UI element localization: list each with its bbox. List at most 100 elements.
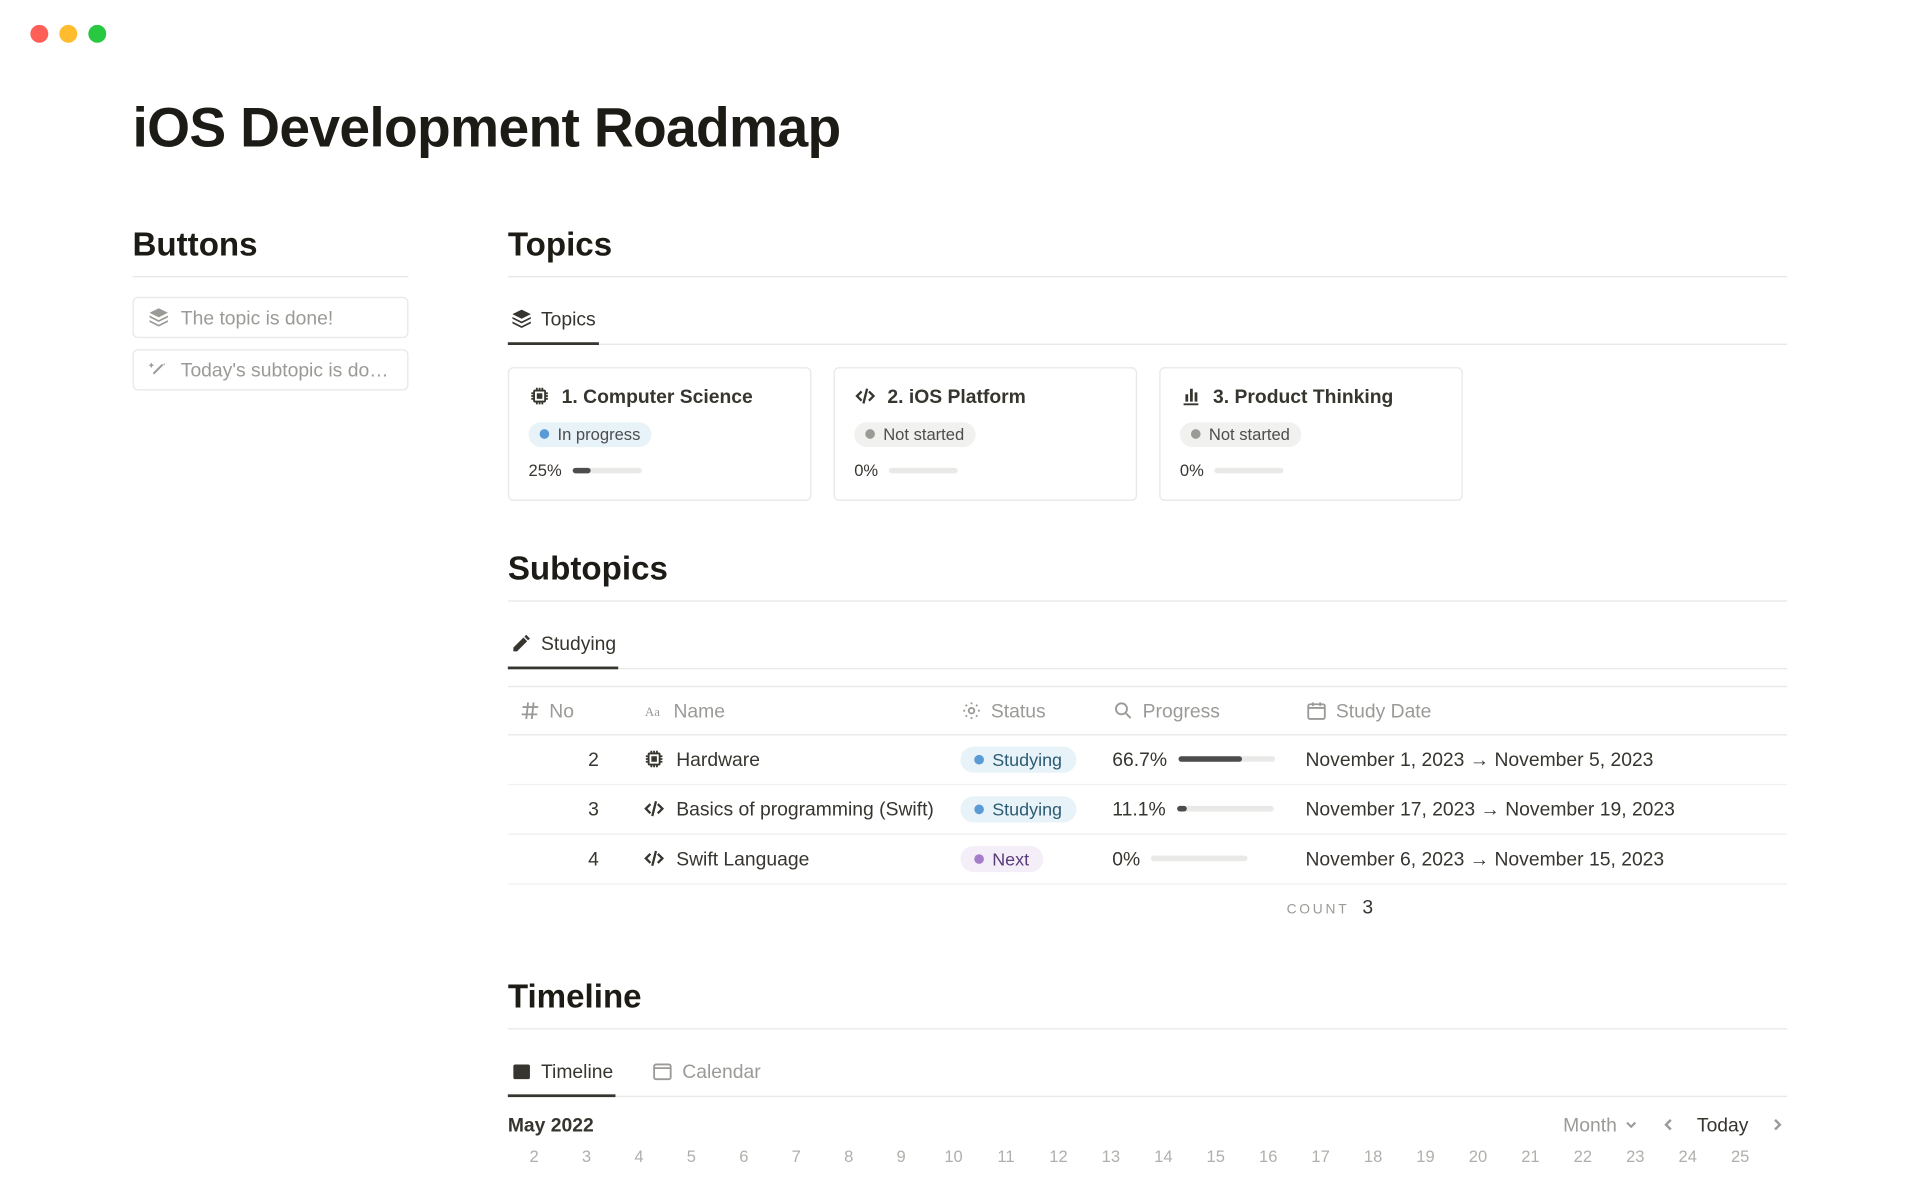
timeline-day: 13 [1085, 1146, 1137, 1165]
table-header: No Aa Name Status Progress [508, 685, 1787, 735]
timeline-day: 5 [665, 1146, 717, 1165]
timeline-day: 19 [1399, 1146, 1451, 1165]
subtopics-tabs: Studying [508, 620, 1787, 668]
calendar-icon [511, 1059, 533, 1081]
timeline-scale-selector[interactable]: Month [1563, 1113, 1639, 1135]
table-row[interactable]: 4 Swift Language Next 0% November 6, 202… [508, 834, 1787, 884]
tab-studying[interactable]: Studying [508, 620, 619, 667]
cell-no: 2 [508, 742, 632, 775]
divider [508, 600, 1787, 601]
divider [508, 276, 1787, 277]
tab-label: Topics [541, 308, 596, 330]
window-controls [0, 0, 1920, 43]
timeline-next-button[interactable] [1768, 1114, 1787, 1133]
topic-card[interactable]: 1. Computer Science In progress 25% [508, 367, 812, 500]
progress-bar [889, 467, 958, 473]
col-status[interactable]: Status [949, 691, 1101, 730]
status-badge: Studying [960, 796, 1075, 822]
timeline-day: 2 [508, 1146, 560, 1165]
card-title: 1. Computer Science [562, 385, 753, 407]
timeline-day: 17 [1294, 1146, 1346, 1165]
progress-bar [573, 467, 642, 473]
progress-bar [1215, 467, 1284, 473]
col-name[interactable]: Aa Name [632, 691, 949, 730]
subtopic-done-button[interactable]: Today's subtopic is do… [132, 349, 408, 390]
card-title: 2. iOS Platform [887, 385, 1025, 407]
col-progress[interactable]: Progress [1101, 691, 1294, 730]
timeline-day: 9 [875, 1146, 927, 1165]
divider [508, 1027, 1787, 1028]
cell-no: 4 [508, 842, 632, 875]
status-badge: In progress [529, 422, 652, 447]
tab-timeline[interactable]: Timeline [508, 1048, 616, 1095]
status-badge: Not started [854, 422, 975, 447]
calendar-icon [652, 1059, 674, 1081]
timeline-day: 12 [1032, 1146, 1084, 1165]
cell-status: Studying [949, 790, 1101, 827]
layers-icon [511, 308, 533, 330]
code-icon [854, 385, 876, 407]
progress-bar [1151, 856, 1248, 862]
card-title: 3. Product Thinking [1213, 385, 1393, 407]
table-row[interactable]: 2 Hardware Studying 66.7% November 1, 20… [508, 735, 1787, 785]
tab-label: Studying [541, 631, 616, 653]
status-badge: Next [960, 845, 1042, 871]
cell-progress: 11.1% [1101, 792, 1294, 825]
timeline-prev-button[interactable] [1658, 1114, 1677, 1133]
cell-study-date: November 1, 2023 → November 5, 2023 [1294, 742, 1736, 775]
zoom-window-icon[interactable] [88, 25, 106, 43]
cell-study-date: November 17, 2023 → November 19, 2023 [1294, 792, 1736, 825]
timeline-tabs: Timeline Calendar [508, 1048, 1787, 1096]
status-icon [960, 699, 982, 721]
topic-card[interactable]: 3. Product Thinking Not started 0% [1159, 367, 1463, 500]
progress-text: 25% [529, 460, 562, 479]
timeline-day: 11 [980, 1146, 1032, 1165]
col-study-date[interactable]: Study Date [1294, 691, 1736, 730]
minimize-window-icon[interactable] [59, 25, 77, 43]
timeline-day: 4 [613, 1146, 665, 1165]
timeline-date-ruler: 2345678910111213141516171819202122232425 [508, 1146, 1787, 1165]
timeline-month-label: May 2022 [508, 1113, 594, 1135]
timeline-day: 20 [1452, 1146, 1504, 1165]
wand-icon [148, 359, 170, 381]
timeline-today-button[interactable]: Today [1697, 1113, 1749, 1135]
close-window-icon[interactable] [30, 25, 48, 43]
row-count: COUNT 3 [508, 884, 1787, 928]
timeline-day: 25 [1714, 1146, 1766, 1165]
tab-topics[interactable]: Topics [508, 297, 599, 344]
table-row[interactable]: 3 Basics of programming (Swift) Studying… [508, 785, 1787, 835]
page-title: iOS Development Roadmap [132, 98, 1787, 160]
timeline-day: 14 [1137, 1146, 1189, 1165]
topic-card[interactable]: 2. iOS Platform Not started 0% [834, 367, 1138, 500]
chevron-down-icon [1622, 1116, 1639, 1133]
progress-bar [1177, 806, 1274, 812]
col-no[interactable]: No [508, 691, 632, 730]
cell-progress: 66.7% [1101, 742, 1294, 775]
timeline-day: 15 [1190, 1146, 1242, 1165]
button-label: The topic is done! [181, 306, 334, 328]
subtopics-heading: Subtopics [508, 550, 1787, 589]
text-icon: Aa [643, 699, 665, 721]
timeline-day: 8 [822, 1146, 874, 1165]
progress-bar [1178, 756, 1275, 762]
timeline-day: 10 [927, 1146, 979, 1165]
topics-tabs: Topics [508, 297, 1787, 345]
chevron-right-icon [1768, 1114, 1787, 1133]
cell-progress: 0% [1101, 842, 1294, 875]
timeline-heading: Timeline [508, 978, 1787, 1017]
progress-text: 0% [854, 460, 878, 479]
hash-icon [519, 699, 541, 721]
tab-calendar[interactable]: Calendar [649, 1048, 763, 1095]
chart-icon [1180, 385, 1202, 407]
cell-status: Studying [949, 740, 1101, 777]
code-icon [643, 847, 665, 869]
topic-done-button[interactable]: The topic is done! [132, 297, 408, 338]
code-icon [643, 798, 665, 820]
status-badge: Studying [960, 746, 1075, 772]
chip-icon [529, 385, 551, 407]
timeline-day: 22 [1557, 1146, 1609, 1165]
button-label: Today's subtopic is do… [181, 359, 389, 381]
topics-heading: Topics [508, 226, 1787, 265]
edit-icon [511, 631, 533, 653]
timeline-day: 7 [770, 1146, 822, 1165]
